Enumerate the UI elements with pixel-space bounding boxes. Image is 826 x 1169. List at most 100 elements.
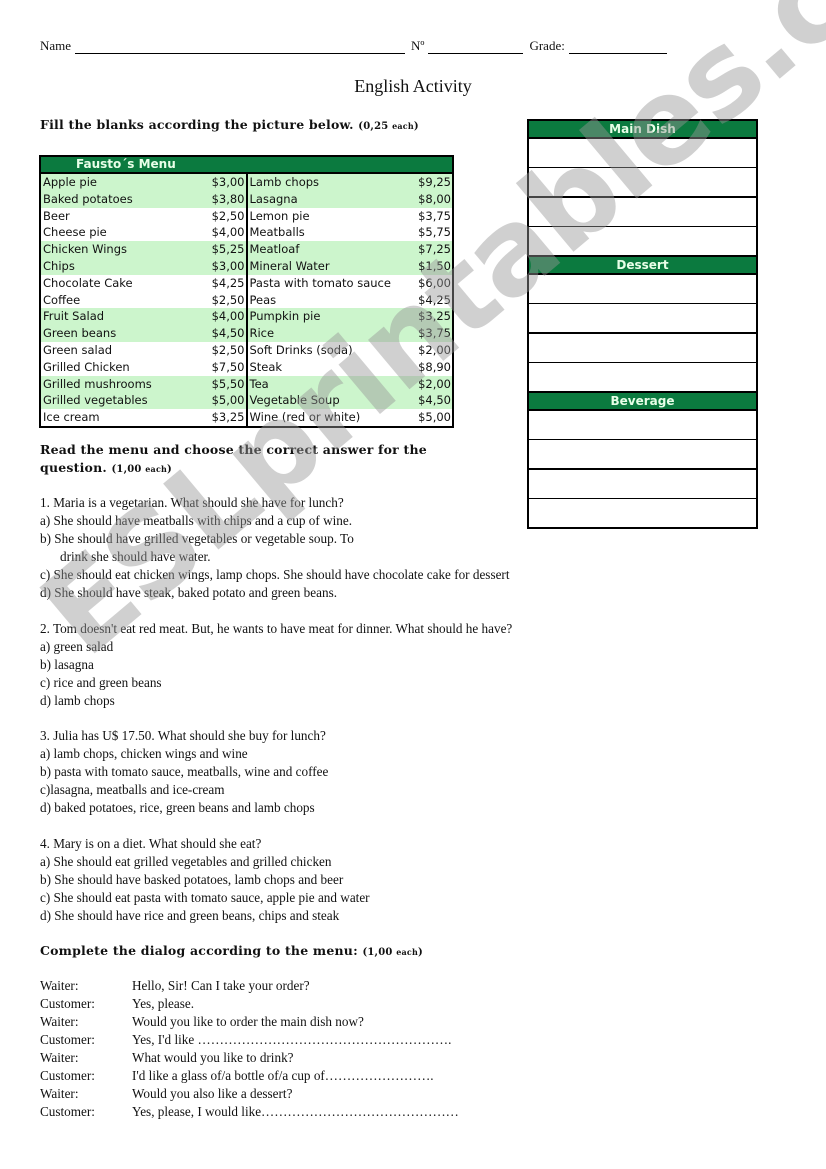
option[interactable]: a) She should have meatballs with chips … [40, 512, 509, 530]
menu-item-name: Pumpkin pie [249, 309, 321, 324]
answer-blank[interactable] [529, 304, 756, 334]
menu-item-name: Meatloaf [249, 242, 300, 257]
option[interactable]: a) She should eat grilled vegetables and… [40, 853, 370, 871]
dialog-line: Waiter: Hello, Sir! Can I take your order… [40, 977, 459, 995]
option[interactable]: b) She should have basked potatoes, lamb… [40, 871, 370, 889]
answer-blank[interactable] [529, 139, 756, 168]
menu-item-price: $2,50 [211, 292, 245, 307]
menu-table: Fausto´s Menu Apple pie $3,00 Baked potato… [39, 155, 454, 428]
menu-item-name: Peas [249, 292, 277, 307]
menu-item-price: $2,50 [211, 342, 245, 357]
menu-item-price: $4,00 [211, 225, 245, 240]
section-questions-heading: Read the menu and choose the correct ans… [40, 441, 427, 479]
menu-item-name: Green beans [43, 326, 117, 341]
menu-item-name: Lamb chops [249, 175, 320, 189]
menu-column-left: Apple pie $3,00 Baked potatoes $3,80 Beer $2,… [41, 174, 248, 426]
dialog-line: Customer: Yes, I'd like ……………………………………………… [40, 1031, 459, 1049]
menu-row: Grilled mushrooms $5,50 [41, 375, 246, 393]
points-note: (1,00 each) [111, 464, 172, 475]
menu-item-name: Chips [43, 258, 75, 273]
speaker: Waiter: [40, 978, 79, 993]
number-field[interactable] [428, 41, 524, 54]
option[interactable]: d) She should have steak, baked potato a… [40, 584, 509, 602]
menu-item-price: $5,75 [418, 225, 451, 240]
menu-row: Coffee $2,50 [41, 292, 246, 309]
menu-row: Peas $4,25 [248, 292, 453, 309]
menu-item-price: $2,00 [418, 376, 451, 391]
option[interactable]: c) She should eat chicken wings, lamp ch… [40, 566, 509, 584]
menu-item-price: $9,25 [418, 175, 451, 189]
menu-item-name: Rice [249, 326, 275, 341]
menu-row: Fruit Salad $4,00 [41, 308, 246, 326]
answer-blank[interactable] [529, 198, 756, 227]
menu-row: Grilled vegetables $5,00 [41, 392, 246, 410]
number-label: Nº [411, 38, 425, 53]
option[interactable]: c) rice and green beans [40, 674, 512, 692]
menu-item-price: $8,90 [418, 359, 451, 374]
menu-row: Beer $2,50 [41, 208, 246, 225]
menu-item-price: $4,00 [211, 309, 245, 324]
menu-row: Pasta with tomato sauce $6,00 [248, 275, 453, 292]
answer-blank[interactable] [529, 499, 756, 527]
option[interactable]: c) She should eat pasta with tomato sauc… [40, 889, 370, 907]
student-info-line: Name Nº Grade: [40, 38, 673, 54]
menu-item-price: $3,80 [211, 191, 245, 206]
menu-row: Cheese pie $4,00 [41, 224, 246, 241]
option[interactable]: b) She should have grilled vegetables or… [40, 530, 509, 548]
points-note: (1,00 each) [362, 947, 423, 958]
grade-field[interactable] [568, 41, 667, 54]
option[interactable]: d) baked potatoes, rice, green beans and… [40, 799, 328, 817]
speaker: Customer: [40, 1104, 95, 1119]
option[interactable]: d) She should have rice and green beans,… [40, 907, 370, 925]
speaker: Customer: [40, 1032, 95, 1047]
menu-item-price: $2,00 [418, 342, 451, 357]
menu-row: Lemon pie $3,75 [248, 208, 453, 225]
dialog-text[interactable]: Yes, I'd like …………………………………………………. [132, 1031, 451, 1049]
dialog-text: Hello, Sir! Can I take your order? [132, 978, 310, 993]
menu-item-name: Pasta with tomato sauce [249, 275, 391, 290]
menu-item-name: Lasagna [249, 191, 298, 206]
grade-label: Grade: [529, 38, 565, 53]
option[interactable]: c)lasagna, meatballs and ice-cream [40, 781, 328, 799]
answer-blank[interactable] [529, 227, 756, 257]
option[interactable]: a) green salad [40, 638, 512, 656]
answer-blank[interactable] [529, 411, 756, 440]
menu-item-price: $5,25 [211, 242, 245, 257]
speaker: Waiter: [40, 1014, 79, 1029]
answer-blank[interactable] [529, 275, 756, 304]
menu-row: Green beans $4,50 [41, 325, 246, 342]
menu-item-price: $1,50 [418, 258, 451, 273]
speaker: Waiter: [40, 1050, 79, 1065]
dialog-line: Customer: I'd like a glass of/a bottle of… [40, 1067, 459, 1085]
menu-item-name: Beer [43, 208, 70, 223]
menu-item-price: $5,00 [418, 410, 451, 425]
question-text: 4. Mary is on a diet. What should she ea… [40, 836, 262, 851]
menu-row: Lasagna $8,00 [247, 190, 452, 208]
answer-blank[interactable] [529, 168, 756, 198]
menu-item-name: Soft Drinks (soda) [249, 342, 353, 357]
option[interactable]: b) lasagna [40, 656, 512, 674]
menu-item-price: $5,00 [211, 393, 245, 408]
dialog-text[interactable]: Yes, please, I would like……………………………………… [132, 1103, 459, 1121]
menu-item-price: $3,75 [418, 208, 451, 223]
option[interactable]: b) pasta with tomato sauce, meatballs, w… [40, 763, 328, 781]
menu-item-name: Chicken Wings [43, 242, 127, 257]
heading-text: Complete the dialog according to the men… [40, 943, 358, 958]
menu-item-name: Lemon pie [249, 208, 310, 223]
question-3: 3. Julia has U$ 17.50. What should she b… [40, 727, 328, 817]
dialog-text[interactable]: I'd like a glass of/a bottle of/a cup of… [132, 1067, 434, 1085]
menu-item-name: Fruit Salad [43, 309, 105, 324]
answer-blank[interactable] [529, 470, 756, 499]
answer-blank[interactable] [529, 440, 756, 470]
option[interactable]: d) lamb chops [40, 692, 512, 710]
menu-item-price: $4,50 [211, 326, 245, 341]
menu-item-name: Meatballs [249, 225, 305, 240]
answer-blank[interactable] [529, 363, 756, 393]
speaker: Customer: [40, 1068, 95, 1083]
answer-blank[interactable] [529, 334, 756, 363]
option[interactable]: a) lamb chops, chicken wings and wine [40, 745, 328, 763]
question-2: 2. Tom doesn't eat red meat. But, he wan… [40, 620, 512, 710]
section-dialog-heading: Complete the dialog according to the men… [40, 943, 423, 958]
dialog-line: Waiter: What would you like to drink? [40, 1049, 459, 1067]
name-field[interactable] [75, 41, 406, 54]
